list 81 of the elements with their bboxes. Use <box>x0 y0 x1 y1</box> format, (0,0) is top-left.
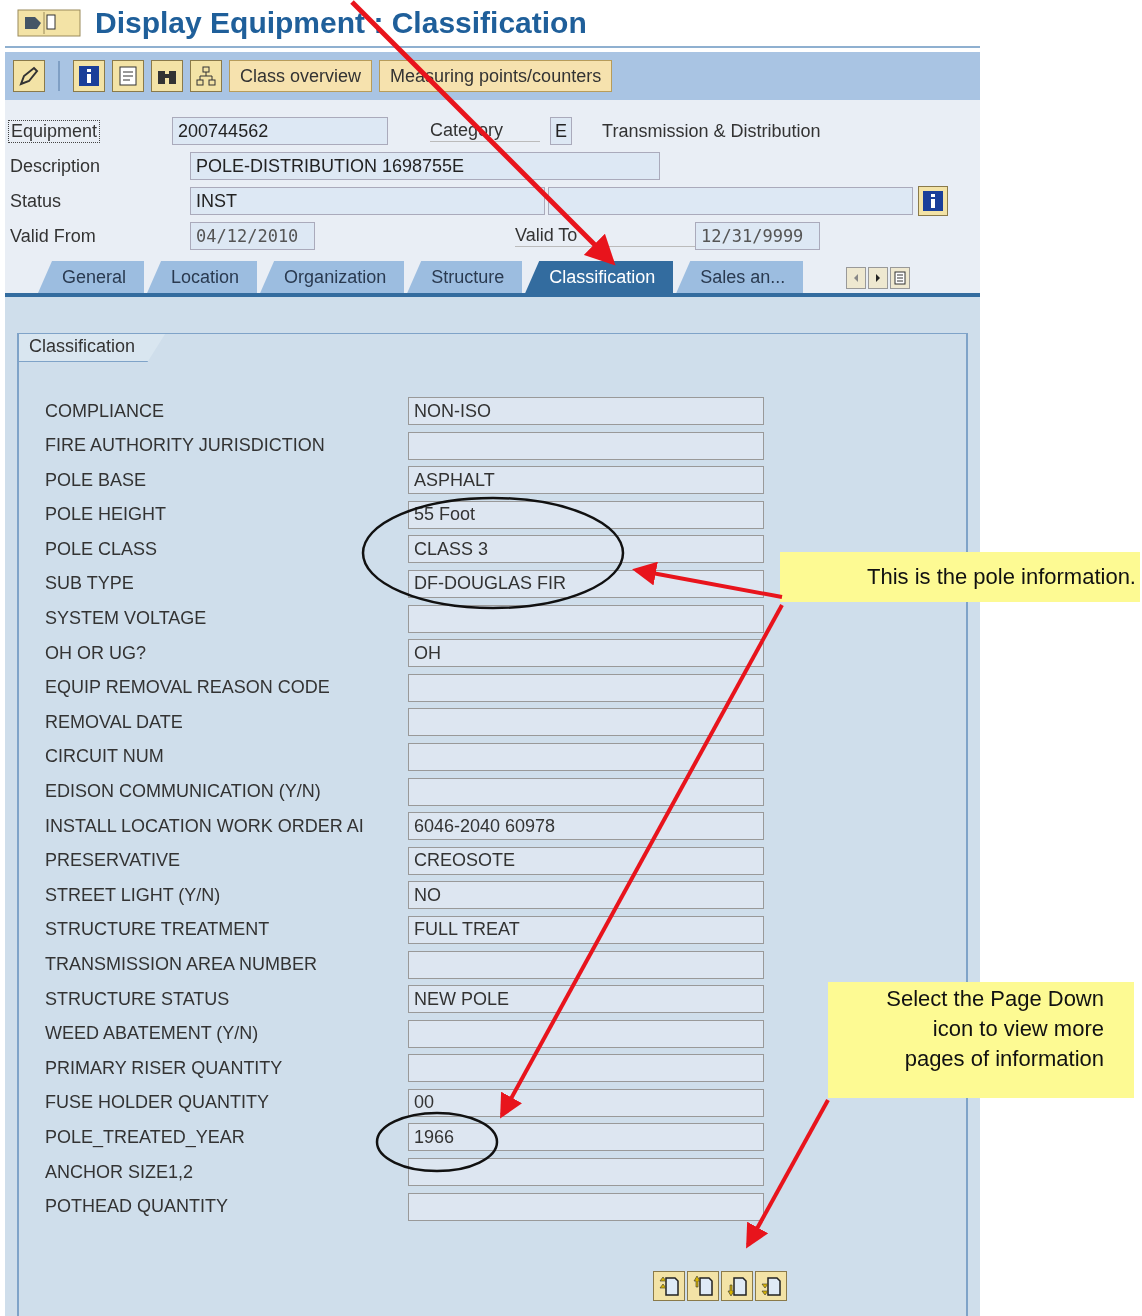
characteristic-label: TRANSMISSION AREA NUMBER <box>44 954 319 975</box>
field-label: Valid From <box>9 225 97 247</box>
tab[interactable]: General <box>38 261 145 293</box>
characteristic-label: SUB TYPE <box>44 573 135 595</box>
characteristic-field[interactable]: ASPHALT <box>408 466 764 495</box>
scroll-right-icon[interactable] <box>868 267 889 289</box>
tab[interactable]: Structure <box>407 261 523 293</box>
characteristic-label: POTHEAD QUANTITY <box>44 1196 229 1218</box>
hierarchy-icon[interactable] <box>190 60 222 92</box>
tab[interactable]: Location <box>147 261 258 293</box>
characteristic-field[interactable]: 6046-2040 60978 <box>408 812 764 841</box>
tab[interactable]: Classification <box>525 261 674 293</box>
characteristic-label: REMOVAL DATE <box>44 711 184 733</box>
characteristic-label: STRUCTURE STATUS <box>44 988 231 1010</box>
equipment-field[interactable]: 200744562 <box>172 117 389 145</box>
status-field[interactable]: INST <box>190 187 545 215</box>
info-icon[interactable] <box>73 60 105 92</box>
characteristic-label: SYSTEM VOLTAGE <box>44 608 208 630</box>
characteristic-field[interactable]: CLASS 3 <box>408 535 764 564</box>
characteristic-label: INSTALL LOCATION WORK ORDER AI <box>44 815 365 837</box>
characteristic-label: FIRE AUTHORITY JURISDICTION <box>44 435 326 457</box>
characteristic-field[interactable]: NEW POLE <box>408 985 764 1014</box>
last-page-icon[interactable] <box>755 1270 787 1301</box>
characteristic-field[interactable] <box>408 950 764 979</box>
characteristic-label: COMPLIANCE <box>44 400 166 422</box>
section-title: Classification <box>19 334 166 362</box>
characteristic-label: POLE CLASS <box>44 538 159 560</box>
characteristic-label: FUSE HOLDER QUANTITY <box>44 1092 271 1114</box>
characteristic-field[interactable]: NO <box>408 881 764 910</box>
characteristic-field[interactable] <box>408 1192 764 1221</box>
valid-from-field[interactable]: 04/12/2010 <box>190 222 315 250</box>
edit-icon[interactable] <box>13 60 45 92</box>
characteristic-label: EQUIP REMOVAL REASON CODE <box>44 677 331 699</box>
tab[interactable]: Organization <box>260 261 405 293</box>
characteristic-field[interactable] <box>408 742 764 771</box>
characteristic-field[interactable] <box>408 431 764 460</box>
first-page-icon[interactable] <box>653 1270 685 1301</box>
field-label: Description <box>9 155 102 177</box>
toolbar-button[interactable]: Class overview <box>229 60 373 92</box>
callout-note: This is the pole information. <box>780 552 1140 602</box>
characteristic-label: WEED ABATEMENT (Y/N) <box>44 1023 260 1045</box>
status-field[interactable] <box>548 187 913 215</box>
characteristic-label: STRUCTURE TREATMENT <box>44 919 271 941</box>
characteristic-field[interactable] <box>408 1158 764 1187</box>
category-text: Transmission & Distribution <box>602 120 821 142</box>
app-icons[interactable] <box>17 9 81 37</box>
page-up-icon[interactable] <box>687 1270 719 1301</box>
characteristic-label: PRIMARY RISER QUANTITY <box>44 1057 284 1079</box>
document-icon[interactable] <box>112 60 144 92</box>
characteristic-field[interactable] <box>408 708 764 737</box>
characteristic-field[interactable]: FULL TREAT <box>408 915 764 944</box>
characteristic-field[interactable] <box>408 1019 764 1048</box>
characteristic-field[interactable]: CREOSOTE <box>408 846 764 875</box>
characteristic-field[interactable]: DF-DOUGLAS FIR <box>408 569 764 598</box>
characteristic-field[interactable] <box>408 1054 764 1083</box>
characteristic-field[interactable] <box>408 673 764 702</box>
binoculars-icon[interactable] <box>151 60 183 92</box>
characteristic-label: ANCHOR SIZE1,2 <box>44 1161 195 1183</box>
characteristic-field[interactable]: NON-ISO <box>408 397 764 425</box>
characteristic-field[interactable]: OH <box>408 639 764 668</box>
characteristic-label: EDISON COMMUNICATION (Y/N) <box>44 781 322 803</box>
characteristic-label: POLE_TREATED_YEAR <box>44 1126 246 1148</box>
field-label: Status <box>9 190 63 212</box>
characteristic-label: POLE BASE <box>44 469 148 491</box>
characteristic-field[interactable]: 00 <box>408 1088 764 1117</box>
info-icon[interactable] <box>918 186 948 216</box>
characteristic-label: STREET LIGHT (Y/N) <box>44 884 222 906</box>
characteristic-field[interactable] <box>408 604 764 633</box>
valid-to-field[interactable]: 12/31/9999 <box>695 222 820 250</box>
callout-note: Select the Page Down icon to view more pages of information <box>828 982 1134 1098</box>
characteristic-label: POLE HEIGHT <box>44 504 168 526</box>
tab[interactable]: Sales an... <box>676 261 804 293</box>
category-field[interactable]: E <box>550 117 573 145</box>
characteristic-label: PRESERVATIVE <box>44 850 182 872</box>
characteristic-field[interactable] <box>408 777 764 806</box>
description-field[interactable]: POLE-DISTRIBUTION 1698755E <box>190 152 660 180</box>
characteristic-label: CIRCUIT NUM <box>44 746 165 768</box>
page-down-icon[interactable] <box>721 1270 753 1301</box>
field-label: Equipment <box>8 119 101 143</box>
characteristic-field[interactable]: 1966 <box>408 1123 764 1152</box>
characteristic-label: OH OR UG? <box>44 642 147 664</box>
